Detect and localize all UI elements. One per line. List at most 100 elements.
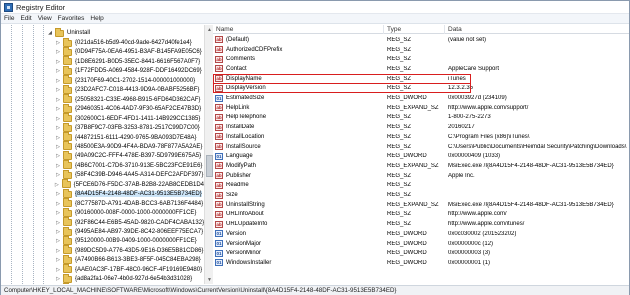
expand-icon[interactable]: ▷ [55, 49, 61, 55]
value-row[interactable]: ab Contact REG_SZ AppleCare Support [213, 64, 629, 74]
expand-icon[interactable]: ▷ [55, 276, 61, 282]
value-row[interactable]: ab Readme REG_SZ [213, 181, 629, 191]
expand-icon[interactable]: ▷ [55, 238, 61, 244]
column-data-header[interactable]: Data [445, 25, 629, 34]
value-name: URLUpdateInfo [226, 221, 268, 228]
value-row[interactable]: ab UninstallString REG_EXPAND_SZ MsiExec.ex… [213, 200, 629, 210]
expand-icon[interactable]: ▷ [55, 201, 61, 207]
value-row[interactable]: ab InstallLocation REG_SZ C:\Program Files … [213, 132, 629, 142]
folder-icon [63, 169, 72, 179]
expand-icon[interactable]: ▷ [55, 191, 61, 197]
value-row[interactable]: ab Size REG_SZ [213, 190, 629, 200]
column-name-header[interactable]: Name [213, 25, 384, 34]
value-row[interactable]: 01 VersionMajor REG_DWORD 0x0000000c (12) [213, 239, 629, 249]
value-row[interactable]: ab Comments REG_SZ [213, 54, 629, 64]
value-row[interactable]: 01 Language REG_DWORD 0x00000409 (1033) [213, 151, 629, 161]
value-name: AuthorizedCDFPrefix [226, 46, 283, 53]
expand-icon[interactable]: ▷ [55, 40, 61, 46]
value-type: REG_SZ [387, 221, 412, 228]
string-value-icon: ab [215, 46, 223, 54]
value-name: DisplayName [226, 75, 262, 82]
collapse-icon[interactable]: ◢ [47, 30, 53, 36]
menu-file[interactable]: File [4, 15, 14, 22]
value-row[interactable]: ab ModifyPath REG_EXPAND_SZ MsiExec.exe /I{… [213, 161, 629, 171]
tree-item-key[interactable]: ▷ {ad8a2fa1-06e7-4b0d-927d-6e54b3d31028} [3, 273, 205, 284]
folder-icon [63, 235, 72, 245]
expand-icon[interactable]: ▷ [55, 78, 61, 84]
expand-icon[interactable]: ▷ [55, 125, 61, 131]
expand-icon[interactable]: ▷ [55, 229, 61, 235]
value-row[interactable]: 01 Version REG_DWORD 0x0c030002 (201523202) [213, 229, 629, 239]
value-row[interactable]: ab InstallSource REG_SZ C:\Users\Public\Doc… [213, 142, 629, 152]
value-data: AppleCare Support [448, 65, 500, 72]
value-type: REG_SZ [387, 85, 412, 92]
column-type-header[interactable]: Type [384, 25, 445, 34]
value-data: Apple Inc. [448, 172, 475, 179]
value-row[interactable]: ab (Default) REG_SZ (value not set) [213, 35, 629, 45]
expand-icon[interactable]: ▷ [55, 267, 61, 273]
scrollbar-thumb[interactable] [206, 155, 213, 177]
expand-icon[interactable]: ▷ [55, 68, 61, 74]
expand-icon[interactable]: ▷ [55, 210, 61, 216]
tree-item-label: {1D8E6291-B0D5-35EC-8441-6616F567A0F7} [75, 58, 201, 65]
value-name: HelpLink [226, 104, 250, 111]
expand-icon[interactable]: ▷ [55, 97, 61, 103]
value-data: 0x00000001 (1) [448, 259, 491, 266]
expand-icon[interactable]: ▷ [55, 135, 61, 141]
tree-item-label: {95120000-00B9-0409-1000-0000000FF1CE} [75, 238, 197, 245]
value-row[interactable]: ab AuthorizedCDFPrefix REG_SZ [213, 45, 629, 55]
expand-icon[interactable]: ▷ [54, 182, 60, 188]
string-value-icon: ab [215, 162, 223, 170]
expand-icon[interactable]: ▷ [55, 163, 61, 169]
value-row[interactable]: ab InstallDate REG_SZ 20160217 [213, 122, 629, 132]
folder-icon [63, 264, 72, 274]
menu-favorites[interactable]: Favorites [58, 15, 85, 22]
value-row[interactable]: 01 EstimatedSize REG_DWORD 0x0003927d (2341… [213, 93, 629, 103]
binary-value-icon: 01 [215, 259, 223, 267]
value-row[interactable]: 01 VersionMinor REG_DWORD 0x00000003 (3) [213, 248, 629, 258]
value-row[interactable]: ab Publisher REG_SZ Apple Inc. [213, 171, 629, 181]
value-name-cell: 01 EstimatedSize [213, 94, 384, 102]
expand-icon[interactable]: ▷ [55, 257, 61, 263]
value-data: 0x0c030002 (201523202) [448, 230, 517, 237]
value-type: REG_SZ [387, 124, 412, 131]
expand-icon[interactable]: ▷ [55, 220, 61, 226]
value-type: REG_DWORD [387, 230, 427, 237]
binary-value-icon: 01 [215, 152, 223, 160]
expand-icon[interactable]: ▷ [55, 248, 61, 254]
value-row[interactable]: ab HelpLink REG_EXPAND_SZ http://www.apple.… [213, 103, 629, 113]
value-row[interactable]: 01 WindowsInstaller REG_DWORD 0x00000001 (1… [213, 258, 629, 268]
expand-icon[interactable]: ▷ [55, 87, 61, 93]
value-row[interactable]: ab DisplayVersion REG_SZ 12.3.2.35 [213, 84, 629, 94]
value-data: MsiExec.exe /I{8A4D15F4-2148-48DF-AC31-9… [448, 162, 614, 169]
key-tree[interactable]: ◢ Uninstall ▷ {021da516-b5d9-40cd-9ade-6427… [3, 25, 206, 284]
value-name-cell: ab ModifyPath [213, 162, 384, 170]
value-name-cell: ab Contact [213, 65, 384, 73]
expand-icon[interactable]: ▷ [55, 144, 61, 150]
value-row[interactable]: ab DisplayName REG_SZ iTunes [213, 74, 629, 84]
folder-icon [63, 46, 72, 56]
value-row[interactable]: ab URLUpdateInfo REG_SZ http://www.apple.co… [213, 219, 629, 229]
menu-edit[interactable]: Edit [20, 15, 31, 22]
value-name: EstimatedSize [226, 95, 265, 102]
tree-item-label: {58F4C39B-D946-4A45-A314-DEFC2AFDF397} [75, 172, 204, 179]
menu-help[interactable]: Help [90, 15, 103, 22]
value-data: 0x00000003 (3) [448, 250, 491, 257]
expand-icon[interactable]: ▷ [55, 153, 61, 159]
values-list[interactable]: Name Type Data ab (Default) REG_SZ (value n… [213, 25, 629, 284]
menu-view[interactable]: View [38, 15, 52, 22]
value-type: REG_SZ [387, 143, 412, 150]
tree-scrollbar[interactable]: ▲ ▼ [204, 25, 213, 284]
expand-icon[interactable]: ▷ [55, 116, 61, 122]
expand-icon[interactable]: ▷ [55, 106, 61, 112]
value-row[interactable]: ab URLInfoAbout REG_SZ http://www.apple.com… [213, 210, 629, 220]
expand-icon[interactable]: ▷ [55, 172, 61, 178]
tree-item-uninstall[interactable]: ◢ Uninstall [3, 27, 205, 38]
tree-item-label: {90160000-008F-0000-1000-0000000FF1CE} [75, 210, 197, 217]
folder-icon [63, 188, 72, 198]
tree-item-label: {29460351-4C06-4AD7-9F30-65AF2CE47B3D} [75, 106, 202, 113]
value-row[interactable]: ab HelpTelephone REG_SZ 1-800-275-2273 [213, 113, 629, 123]
value-name-cell: ab Publisher [213, 172, 384, 180]
expand-icon[interactable]: ▷ [55, 59, 61, 65]
value-type: REG_SZ [387, 36, 412, 43]
